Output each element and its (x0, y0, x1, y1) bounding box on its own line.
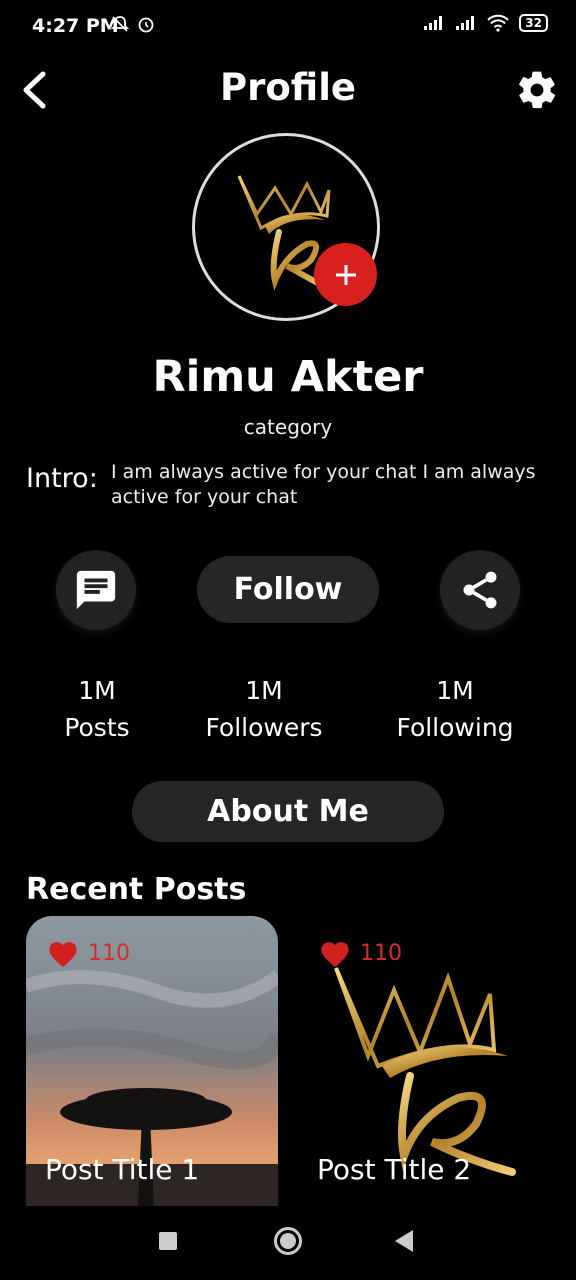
heart-icon (49, 942, 77, 968)
profile-name: Rimu Akter (152, 352, 424, 402)
intro-label: Intro: (26, 463, 98, 494)
stat-value: 1M (78, 676, 116, 705)
home-circle-icon[interactable] (274, 1227, 302, 1255)
wifi-icon (487, 14, 510, 32)
post-likes[interactable]: 110 (46, 938, 130, 968)
stat-label: Following (396, 713, 514, 742)
stat-value: 1M (436, 676, 474, 705)
add-photo-button[interactable] (314, 243, 377, 306)
bell-off-icon (110, 16, 130, 32)
post-likes[interactable]: 110 (318, 938, 402, 968)
status-bar: 4:27 PM 32 (0, 0, 576, 56)
stat-value: 1M (245, 676, 283, 705)
follow-button[interactable]: Follow (197, 556, 379, 623)
message-button[interactable] (56, 550, 136, 630)
stat-label: Followers (205, 713, 323, 742)
profile-category: category (243, 415, 333, 439)
like-count: 110 (88, 940, 130, 966)
status-time: 4:27 PM (32, 15, 119, 37)
like-count: 110 (360, 940, 402, 966)
home-circle-inner (280, 1233, 296, 1249)
stat-followers[interactable]: 1M Followers (196, 672, 332, 746)
signal-icon (424, 16, 443, 30)
post-title: Post Title 2 (317, 1153, 472, 1186)
chat-icon (76, 570, 116, 610)
settings-button[interactable] (515, 68, 559, 112)
share-button[interactable] (440, 550, 520, 630)
recents-square-icon[interactable] (159, 1232, 177, 1250)
about-me-button[interactable]: About Me (132, 781, 444, 842)
signal-icon (456, 16, 475, 30)
heart-icon (321, 942, 349, 968)
plus-icon (335, 264, 356, 285)
stat-following[interactable]: 1M Following (390, 672, 520, 746)
alarm-icon (138, 17, 154, 33)
status-notification-icons (110, 14, 156, 34)
post-card[interactable]: 110 Post Title 1 (26, 916, 278, 1206)
gear-icon (519, 71, 556, 109)
battery-indicator: 32 (519, 14, 548, 32)
status-system-icons: 32 (423, 14, 548, 32)
post-title: Post Title 1 (45, 1153, 200, 1186)
recent-posts-heading: Recent Posts (26, 872, 247, 907)
post-card[interactable]: 110 Post Title 2 (298, 916, 550, 1206)
page-title: Profile (220, 66, 356, 109)
intro-text: I am always active for your chat I am al… (111, 461, 536, 508)
stat-label: Posts (64, 713, 130, 742)
stat-posts[interactable]: 1M Posts (40, 672, 154, 746)
back-triangle-icon[interactable] (395, 1230, 413, 1252)
share-icon (463, 571, 497, 609)
